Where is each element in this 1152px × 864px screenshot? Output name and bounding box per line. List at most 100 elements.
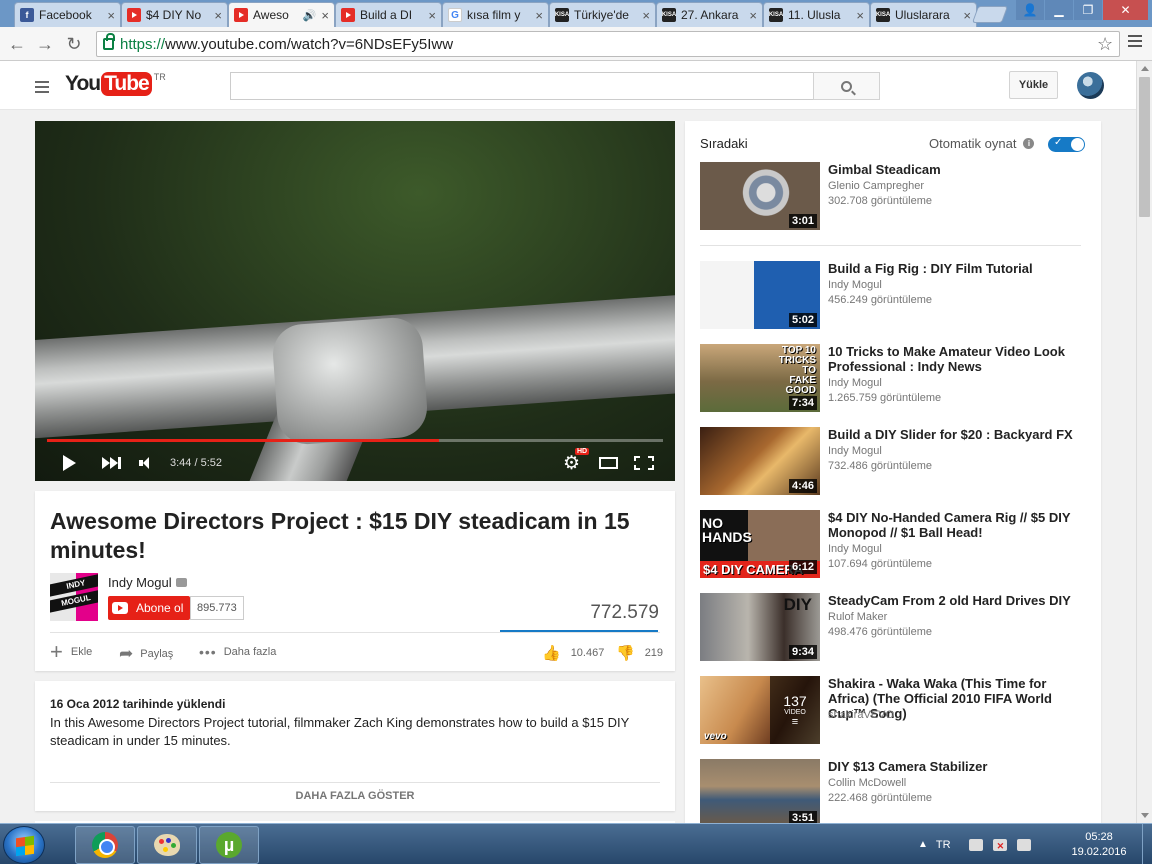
channel-name[interactable]: Indy Mogul [828, 377, 882, 389]
video-title[interactable]: DIY $13 Camera Stabilizer [828, 759, 1090, 774]
user-icon[interactable]: 👤 [1016, 0, 1044, 20]
video-thumbnail[interactable]: 5:02 [700, 261, 820, 329]
search-input[interactable] [230, 72, 814, 100]
minimize-icon[interactable]: ▁ [1045, 0, 1073, 20]
sidebar-video-item[interactable]: TOP 10 TRICKS TO FAKE GOOD 7:34 10 Trick… [700, 344, 1090, 412]
close-icon[interactable]: × [535, 8, 543, 23]
channel-name[interactable]: Indy Mogul [828, 279, 882, 291]
back-icon[interactable]: ← [6, 33, 28, 55]
video-thumbnail[interactable]: vevo 137 VİDEO ≡ [700, 676, 820, 744]
scroll-up-icon[interactable] [1141, 66, 1149, 71]
channel-name[interactable]: shakiraVEVO [828, 709, 894, 721]
tab-uluslarara[interactable]: KISA Uluslarara × [870, 2, 977, 27]
chrome-menu-icon[interactable] [1128, 35, 1142, 50]
close-icon[interactable]: × [214, 8, 222, 23]
close-icon[interactable]: × [856, 8, 864, 23]
channel-name[interactable]: Glenio Campregher [828, 180, 924, 192]
reload-icon[interactable]: ↻ [63, 33, 85, 55]
tab-4-diy[interactable]: $4 DIY No × [121, 2, 228, 27]
video-thumbnail[interactable]: 4:46 [700, 427, 820, 495]
start-button[interactable] [3, 826, 45, 864]
channel-avatar[interactable]: INDY MOGUL [50, 573, 98, 621]
action-center-icon[interactable] [968, 838, 983, 851]
clock[interactable]: 05:28 19.02.2016 [1068, 830, 1130, 860]
taskbar-chrome[interactable] [75, 826, 135, 864]
video-thumbnail[interactable]: NO HANDS $4 DIY CAMERA 6:12 [700, 510, 820, 578]
theater-mode-button[interactable] [599, 453, 618, 473]
video-title[interactable]: Build a Fig Rig : DIY Film Tutorial [828, 261, 1090, 276]
video-player[interactable]: 3:44 / 5:52 ⚙ HD [35, 121, 675, 481]
scroll-down-icon[interactable] [1141, 813, 1149, 818]
like-button[interactable]: 👍 10.467 [542, 644, 604, 662]
new-tab-button[interactable] [971, 6, 1009, 23]
tab-facebook[interactable]: f Facebook × [14, 2, 121, 27]
video-title[interactable]: 10 Tricks to Make Amateur Video Look Pro… [828, 344, 1090, 374]
avatar[interactable] [1077, 72, 1104, 99]
sidebar-video-item[interactable]: 4:46 Build a DIY Slider for $20 : Backya… [700, 427, 1090, 495]
mute-button[interactable] [139, 453, 149, 473]
youtube-logo[interactable]: You Tube TR [65, 72, 166, 96]
video-thumbnail[interactable]: 3:01 [700, 162, 820, 230]
more-actions-button[interactable]: ••• Daha fazla [199, 644, 276, 660]
channel-name[interactable]: Indy Mogul [108, 575, 187, 590]
forward-icon[interactable]: → [34, 33, 56, 55]
close-icon[interactable]: × [321, 8, 329, 23]
channel-name[interactable]: Indy Mogul [828, 543, 882, 555]
tray-expand-icon[interactable]: ▲ [918, 839, 928, 850]
sidebar-playlist-item[interactable]: vevo 137 VİDEO ≡ Shakira - Waka Waka (Th… [700, 676, 1090, 744]
video-title[interactable]: Build a DIY Slider for $20 : Backyard FX [828, 427, 1090, 442]
sidebar-video-item[interactable]: 3:51 DIY $13 Camera Stabilizer Collin Mc… [700, 759, 1090, 827]
channel-name[interactable]: Indy Mogul [828, 445, 882, 457]
tab-kisa-film[interactable]: G kısa film y × [442, 2, 549, 27]
progress-bar[interactable] [47, 439, 663, 442]
page-scrollbar[interactable] [1136, 61, 1152, 823]
sidebar-video-item[interactable]: DIY 9:34 SteadyCam From 2 old Hard Drive… [700, 593, 1090, 661]
taskbar-utorrent[interactable]: µ [199, 826, 259, 864]
close-icon[interactable]: × [428, 8, 436, 23]
search-button[interactable] [813, 72, 880, 100]
close-icon[interactable]: × [749, 8, 757, 23]
dislike-button[interactable]: 👎 219 [616, 644, 663, 662]
show-desktop-button[interactable] [1142, 824, 1152, 864]
sidebar-video-item[interactable]: 3:01 Gimbal Steadicam Glenio Campregher … [700, 162, 1090, 230]
upload-button[interactable]: Yükle [1009, 71, 1058, 99]
guide-menu-icon[interactable] [35, 81, 49, 96]
tab-turkiyede[interactable]: KISA Türkiye'de × [549, 2, 656, 27]
video-thumbnail[interactable]: TOP 10 TRICKS TO FAKE GOOD 7:34 [700, 344, 820, 412]
taskbar-paint[interactable] [137, 826, 197, 864]
network-icon[interactable] [992, 838, 1007, 852]
video-thumbnail[interactable]: 3:51 [700, 759, 820, 827]
close-icon[interactable]: × [642, 8, 650, 23]
scrollbar-thumb[interactable] [1139, 77, 1150, 217]
autoplay-toggle[interactable]: ✓ [1048, 137, 1085, 152]
share-button[interactable]: ➦ Paylaş [119, 644, 173, 664]
channel-name[interactable]: Collin McDowell [828, 777, 906, 789]
sidebar-video-item[interactable]: 5:02 Build a Fig Rig : DIY Film Tutorial… [700, 261, 1090, 329]
next-button[interactable] [102, 453, 121, 473]
info-icon[interactable]: i [1023, 138, 1035, 149]
settings-button[interactable]: ⚙ HD [563, 447, 590, 474]
address-bar[interactable]: https:// www.youtube.com/watch?v=6NDsEFy… [96, 31, 1120, 57]
volume-icon[interactable] [1016, 838, 1031, 851]
video-title[interactable]: SteadyCam From 2 old Hard Drives DIY [828, 593, 1090, 608]
play-button[interactable] [63, 453, 76, 473]
sidebar-video-item[interactable]: NO HANDS $4 DIY CAMERA 6:12 $4 DIY No-Ha… [700, 510, 1090, 578]
subscribe-button[interactable]: Abone ol [108, 596, 191, 620]
language-indicator[interactable]: TR [936, 839, 951, 851]
video-title[interactable]: Gimbal Steadicam [828, 162, 1090, 177]
video-thumbnail[interactable]: DIY 9:34 [700, 593, 820, 661]
bookmark-star-icon[interactable]: ☆ [1097, 34, 1113, 55]
video-title[interactable]: $4 DIY No-Handed Camera Rig // $5 DIY Mo… [828, 510, 1090, 540]
restore-icon[interactable]: ❐ [1074, 0, 1102, 20]
tab-build-a-diy[interactable]: Build a DI × [335, 2, 442, 27]
fullscreen-button[interactable] [634, 453, 654, 473]
close-icon[interactable]: × [963, 8, 971, 23]
add-to-button[interactable]: + Ekle [50, 641, 92, 663]
tab-awesome[interactable]: Aweso 🔊 × [228, 2, 335, 27]
channel-name[interactable]: Rulof Maker [828, 611, 887, 623]
close-icon[interactable]: × [107, 8, 115, 23]
tab-27-ankara[interactable]: KISA 27. Ankara × [656, 2, 763, 27]
tab-11-ulusla[interactable]: KISA 11. Ulusla × [763, 2, 870, 27]
window-close-icon[interactable]: ✕ [1103, 0, 1148, 20]
show-more-button[interactable]: DAHA FAZLA GÖSTER [35, 790, 675, 802]
